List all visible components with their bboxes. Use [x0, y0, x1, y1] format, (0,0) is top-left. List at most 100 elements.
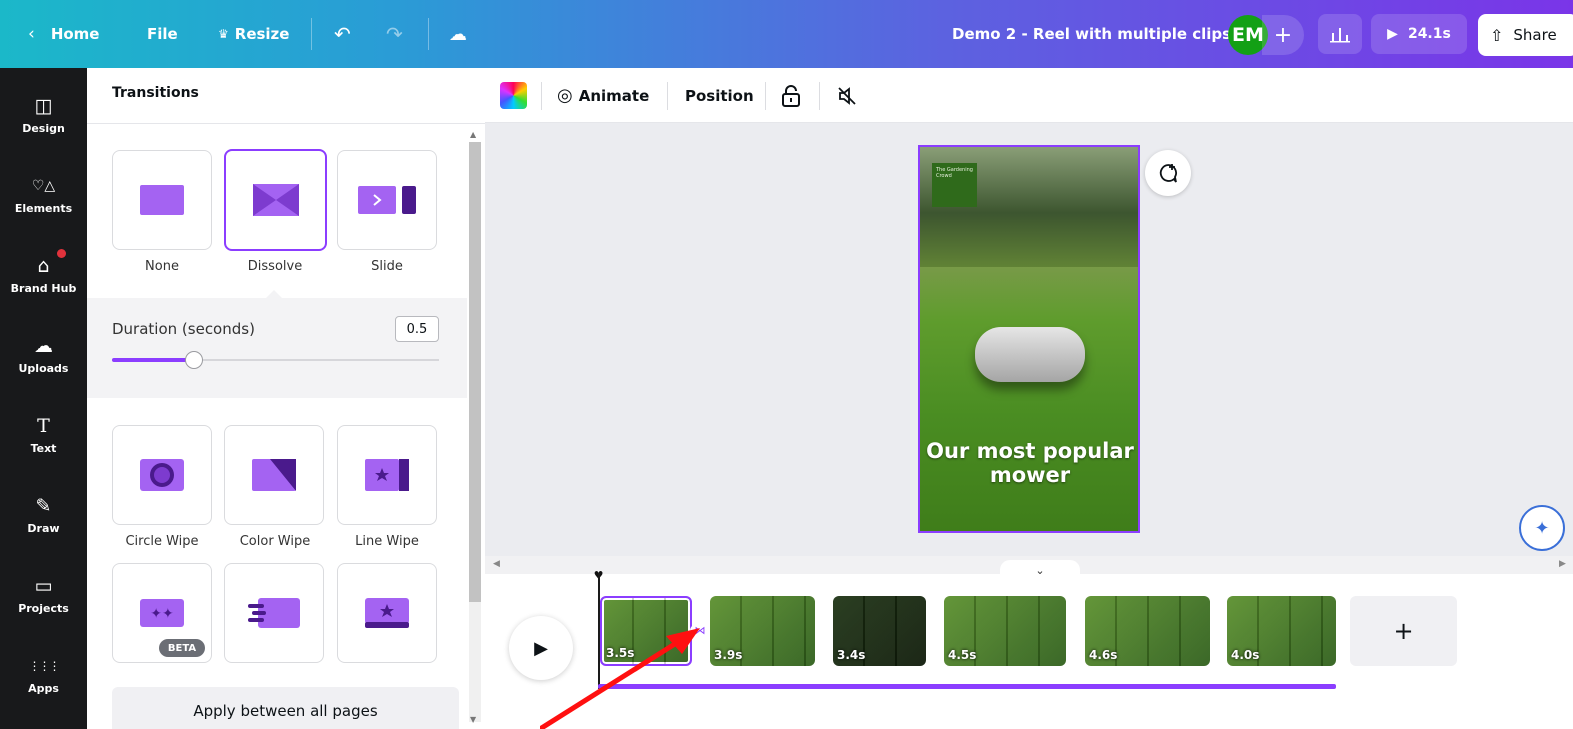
circle-wipe-icon — [140, 459, 184, 491]
mute-icon[interactable] — [837, 68, 857, 123]
transition-dissolve-icon[interactable]: ⋈ — [690, 624, 710, 638]
svg-text:✦✦: ✦✦ — [150, 606, 174, 622]
play-duration: 24.1s — [1407, 26, 1451, 42]
invite-button[interactable]: + — [1262, 15, 1304, 55]
timeline-clip[interactable]: 4.5s — [944, 596, 1066, 666]
upload-cloud-icon: ☁ — [34, 335, 53, 357]
transition-rise-card[interactable] — [337, 563, 437, 663]
scroll-left-icon[interactable]: ◀ — [493, 559, 500, 569]
draw-icon: ✎ — [35, 495, 52, 517]
timeline-clip[interactable]: 4.6s — [1085, 596, 1210, 666]
rail-item-projects[interactable]: ▭ Projects — [0, 560, 87, 630]
swipe-transition-icon — [248, 598, 300, 628]
scroll-down-icon[interactable]: ▼ — [470, 715, 476, 724]
scroll-up-icon[interactable]: ▲ — [470, 130, 476, 139]
share-button[interactable]: ⇧ Share — [1478, 14, 1573, 56]
timeline-play-button[interactable]: ▶ — [509, 616, 573, 680]
add-clip-button[interactable]: + — [1350, 596, 1457, 666]
clip-duration: 3.4s — [837, 648, 866, 662]
crown-icon: ♛ — [218, 27, 229, 41]
panel-title: Transitions — [112, 85, 199, 101]
folder-icon: ▭ — [34, 575, 53, 597]
cloud-sync-icon[interactable]: ☁ — [449, 0, 467, 68]
duration-input[interactable]: 0.5 — [395, 316, 439, 342]
duration-slider-handle[interactable] — [184, 351, 203, 369]
rail-label: Projects — [18, 602, 69, 615]
transitions-panel: Transitions None Dissolve Slide Duration… — [87, 68, 485, 729]
timeline-clip[interactable]: 4.0s — [1227, 596, 1336, 666]
share-label: Share — [1513, 26, 1557, 44]
comment-add-icon[interactable] — [1145, 150, 1191, 196]
timeline-progress-bar — [598, 684, 1336, 689]
design-icon: ◫ — [34, 95, 53, 117]
resize-button[interactable]: ♛ Resize — [218, 0, 289, 68]
divider — [87, 123, 485, 124]
color-wipe-icon — [252, 459, 296, 491]
editor-canvas: The Gardening Crowd Our most popular mow… — [485, 123, 1573, 556]
transition-swipe-card[interactable] — [224, 563, 324, 663]
transition-label: Color Wipe — [239, 534, 311, 549]
home-button[interactable]: ‹ Home — [28, 0, 99, 68]
headline-text[interactable]: Our most popular mower — [924, 439, 1136, 487]
side-rail: ◫ Design ♡△ Elements ⌂ Brand Hub ☁ Uploa… — [0, 68, 87, 729]
transition-none-card[interactable] — [112, 150, 212, 250]
collapse-timeline-button[interactable]: ⌄ — [1000, 560, 1080, 580]
context-toolbar: ◎ Animate Position — [485, 68, 1573, 123]
none-transition-icon — [140, 185, 184, 215]
magic-sparkle-icon[interactable]: ✦ — [1519, 505, 1565, 551]
clip-duration: 3.5s — [606, 646, 635, 660]
redo-icon[interactable]: ↷ — [386, 0, 403, 68]
rail-item-uploads[interactable]: ☁ Uploads — [0, 320, 87, 390]
line-wipe-icon — [365, 459, 409, 491]
divider — [428, 18, 429, 50]
design-page[interactable]: The Gardening Crowd Our most popular mow… — [918, 145, 1140, 533]
scroll-thumb[interactable] — [469, 142, 481, 602]
rail-item-draw[interactable]: ✎ Draw — [0, 480, 87, 550]
duration-label: Duration (seconds) — [112, 320, 255, 338]
apply-between-all-pages-button[interactable]: Apply between all pages — [112, 687, 459, 729]
clip-duration: 3.9s — [714, 648, 743, 662]
resize-label: Resize — [234, 25, 290, 43]
document-title[interactable]: Demo 2 - Reel with multiple clips — [952, 0, 1231, 68]
transition-label: Line Wipe — [355, 534, 419, 549]
present-play-button[interactable]: ▶ 24.1s — [1371, 14, 1467, 54]
timeline-clip[interactable]: 3.9s — [710, 596, 815, 666]
duration-section: Duration (seconds) 0.5 — [87, 298, 467, 398]
transition-label: Circle Wipe — [125, 534, 199, 549]
divider — [541, 82, 542, 110]
rail-item-apps[interactable]: ⋮⋮⋮ Apps — [0, 640, 87, 710]
position-button[interactable]: Position — [685, 68, 754, 123]
file-menu[interactable]: File — [147, 0, 178, 68]
timeline: ◀ ▶ ⌄ ▶ ♥ 3.5s ⋈ 3.9s 3.4s 4.5s 4.6s 4.0… — [485, 556, 1573, 729]
rail-item-brand-hub[interactable]: ⌂ Brand Hub — [0, 240, 87, 310]
play-icon: ▶ — [1387, 26, 1398, 42]
undo-icon[interactable]: ↶ — [334, 0, 351, 68]
rail-item-text[interactable]: T Text — [0, 400, 87, 470]
animate-icon: ◎ — [557, 85, 573, 106]
rail-item-elements[interactable]: ♡△ Elements — [0, 160, 87, 230]
transition-label: Dissolve — [247, 259, 303, 274]
transition-dissolve-card[interactable] — [224, 149, 327, 251]
rail-label: Design — [22, 122, 65, 135]
duration-slider-fill — [112, 358, 194, 362]
rail-label: Text — [30, 442, 57, 455]
divider — [819, 82, 820, 110]
transition-line-wipe-card[interactable] — [337, 425, 437, 525]
robot-mower-image — [975, 327, 1085, 382]
transition-slide-card[interactable] — [337, 150, 437, 250]
timeline-clip[interactable]: 3.4s — [833, 596, 926, 666]
brand-logo[interactable]: The Gardening Crowd — [932, 163, 977, 207]
insights-chart-icon[interactable] — [1318, 14, 1362, 54]
transition-circle-wipe-card[interactable] — [112, 425, 212, 525]
rail-label: Elements — [14, 202, 73, 215]
rail-item-design[interactable]: ◫ Design — [0, 80, 87, 150]
panel-scrollbar[interactable]: ▲ ▼ — [467, 130, 483, 729]
transition-color-wipe-card[interactable] — [224, 425, 324, 525]
lock-icon[interactable] — [781, 68, 801, 123]
timeline-clip[interactable]: 3.5s — [600, 596, 692, 666]
clip-duration: 4.0s — [1231, 648, 1260, 662]
color-swatch[interactable] — [500, 82, 527, 109]
animate-button[interactable]: ◎ Animate — [557, 68, 649, 123]
share-upload-icon: ⇧ — [1490, 25, 1504, 45]
scroll-right-icon[interactable]: ▶ — [1559, 559, 1566, 569]
